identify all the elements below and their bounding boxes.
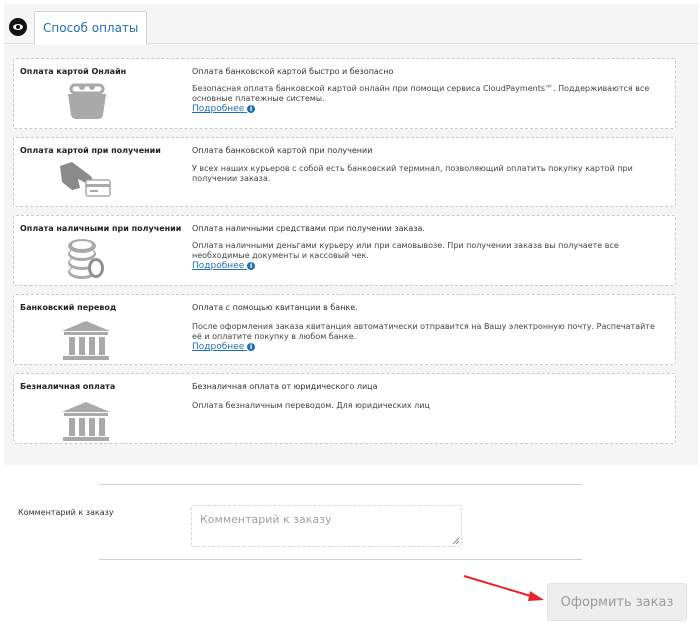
method-description: Оплата безналичным переводом. Для юридич… — [192, 401, 430, 410]
info-icon: i — [247, 262, 256, 270]
comment-label: Комментарий к заказу — [18, 508, 114, 517]
bank-icon — [62, 402, 110, 441]
annotation-arrow-icon — [463, 575, 544, 601]
method-title: Оплата картой Онлайн — [20, 67, 127, 76]
payment-method-cashless[interactable]: Безналичная оплата Безналичная оплата от… — [13, 373, 676, 444]
method-short-description: Безналичная оплата от юридического лица — [192, 382, 378, 391]
resize-handle-icon[interactable] — [452, 537, 460, 545]
more-link[interactable]: Подробнее i — [192, 104, 662, 114]
place-order-button[interactable]: Оформить заказ — [547, 583, 687, 621]
payment-method-cash-on-delivery[interactable]: Оплата наличными при получении Оплата на… — [13, 215, 676, 286]
info-icon: i — [247, 343, 256, 351]
more-link-label: Подробнее — [192, 261, 245, 271]
method-description-block: Безопасная оплата банковской картой онла… — [192, 84, 662, 114]
info-icon: i — [247, 105, 256, 113]
divider — [99, 484, 582, 485]
tab-payment-method[interactable]: Способ оплаты — [34, 11, 148, 45]
method-description: Оплата наличными деньгами курьеру или пр… — [192, 241, 619, 260]
method-short-description: Оплата банковской картой быстро и безопа… — [192, 67, 394, 76]
more-link-label: Подробнее — [192, 104, 245, 114]
divider — [99, 559, 582, 560]
method-title: Оплата картой при получении — [20, 146, 161, 155]
method-title: Безналичная оплата — [20, 382, 116, 391]
method-description: У всех наших курьеров с собой есть банко… — [192, 164, 633, 183]
method-description-block: У всех наших курьеров с собой есть банко… — [192, 164, 662, 184]
method-description-block: После оформления заказа квитанция автома… — [192, 322, 662, 352]
method-description-block: Оплата наличными деньгами курьеру или пр… — [192, 241, 662, 271]
method-description: После оформления заказа квитанция автома… — [192, 322, 655, 341]
method-description-block: Оплата безналичным переводом. Для юридич… — [192, 401, 662, 411]
payment-method-card-on-delivery[interactable]: Оплата картой при получении Оплата банко… — [13, 137, 676, 207]
method-short-description: Оплата банковской картой при получении — [192, 146, 373, 155]
comment-field[interactable] — [191, 505, 462, 547]
more-link[interactable]: Подробнее i — [192, 342, 662, 352]
more-link-label: Подробнее — [192, 342, 245, 352]
payment-method-card-online[interactable]: Оплата картой Онлайн Оплата банковской к… — [13, 58, 676, 129]
bank-icon — [62, 321, 110, 360]
tab-bar: Способ оплаты — [4, 4, 698, 45]
wallet-icon — [68, 83, 106, 119]
method-title: Банковский перевод — [20, 303, 117, 312]
more-link[interactable]: Подробнее i — [192, 261, 662, 271]
method-title: Оплата наличными при получении — [20, 224, 182, 233]
coins-icon — [68, 239, 104, 279]
method-short-description: Оплата с помощью квитанции в банке. — [192, 303, 358, 312]
logo-icon — [9, 18, 27, 36]
method-short-description: Оплата наличными средствами при получени… — [192, 224, 425, 233]
card-in-hand-icon — [60, 162, 111, 197]
payment-method-bank-transfer[interactable]: Банковский перевод Оплата с помощью квит… — [13, 294, 676, 365]
method-description: Безопасная оплата банковской картой онла… — [192, 84, 650, 103]
